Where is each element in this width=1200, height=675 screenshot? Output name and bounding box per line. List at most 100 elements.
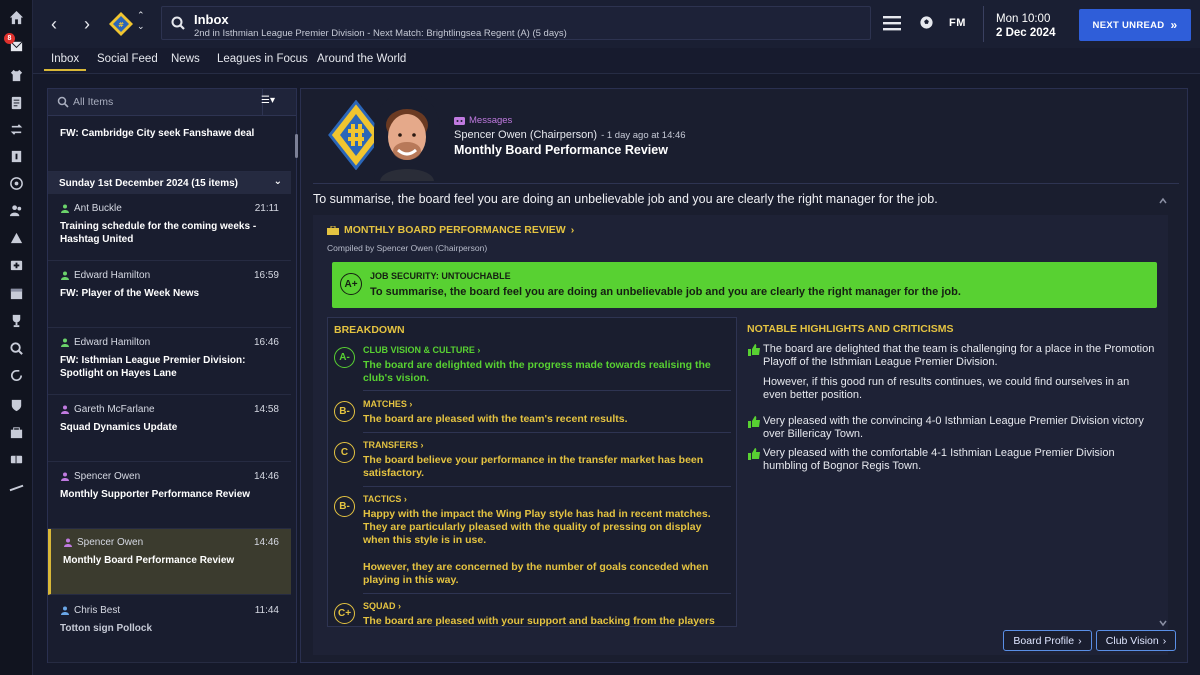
header-search-box[interactable]: Inbox 2nd in Isthmian League Premier Div… — [161, 6, 871, 40]
job-security-text: To summarise, the board feel you are doi… — [370, 286, 961, 298]
grade-badge: B- — [334, 496, 355, 517]
search-icon — [171, 16, 185, 30]
chevron-down-icon: ⌄ — [273, 176, 282, 187]
trophy-icon[interactable] — [8, 312, 25, 329]
briefcase-icon — [327, 225, 339, 235]
filter-menu-icon[interactable]: ☰▾ — [261, 95, 275, 106]
game-date[interactable]: Mon 10:00 2 Dec 2024 — [983, 6, 1071, 42]
message-category[interactable]: Messages — [454, 115, 686, 126]
calendar-icon[interactable] — [8, 285, 25, 302]
finances-icon[interactable] — [8, 424, 25, 441]
chevron-right-icon: › — [1078, 634, 1082, 647]
medical-icon[interactable] — [8, 256, 25, 273]
tab-around-the-world[interactable]: Around the World — [317, 53, 406, 65]
forward-arrow-icon[interactable]: › — [78, 13, 96, 35]
chevron-right-icon: › — [570, 224, 575, 236]
list-item[interactable]: Chris Best 11:44 Totton sign Pollock — [48, 597, 291, 663]
club-vision-button[interactable]: Club Vision › — [1096, 630, 1176, 651]
person-icon — [61, 472, 69, 481]
breakdown-category-link[interactable]: SQUAD › — [363, 601, 401, 611]
inbox-unread-badge: 8 — [4, 33, 15, 44]
divider — [363, 390, 731, 391]
report-icon[interactable] — [8, 148, 25, 165]
list-item[interactable]: Edward Hamilton 16:46 FW: Isthmian Leagu… — [48, 329, 291, 395]
search-icon[interactable] — [8, 340, 25, 357]
world-icon[interactable] — [8, 175, 25, 192]
person-icon — [61, 204, 69, 213]
job-security-label: JOB SECURITY: UNTOUCHABLE — [370, 271, 511, 281]
message-title: Monthly Board Performance Review — [454, 143, 668, 157]
search-icon — [57, 96, 69, 108]
divider — [363, 593, 731, 594]
message-header: Messages Spencer Owen (Chairperson) - 1 d… — [454, 115, 686, 157]
message-bubble-icon — [454, 116, 465, 125]
message-summary: To summarise, the board feel you are doi… — [313, 192, 938, 206]
refresh-icon[interactable] — [8, 367, 25, 384]
scout-icon[interactable] — [8, 479, 25, 496]
list-item[interactable]: Spencer Owen 14:46 Monthly Supporter Per… — [48, 463, 291, 529]
clipboard-icon[interactable] — [8, 94, 25, 111]
scrollbar[interactable] — [295, 134, 298, 158]
breakdown-panel: BREAKDOWN A- CLUB VISION & CULTURE › The… — [327, 317, 737, 627]
board-profile-button[interactable]: Board Profile › — [1003, 630, 1092, 651]
breakdown-heading: BREAKDOWN — [334, 324, 405, 336]
tab-divider — [33, 73, 1200, 74]
person-icon — [61, 405, 69, 414]
person-icon — [61, 271, 69, 280]
club-switcher-icon[interactable]: ⌃ ⌄ — [137, 10, 145, 32]
divider — [313, 183, 1179, 184]
divider — [363, 486, 731, 487]
league-status-text: 2nd in Isthmian League Premier Division … — [194, 28, 567, 39]
tab-social-feed[interactable]: Social Feed — [97, 53, 158, 65]
next-unread-button[interactable]: NEXT UNREAD » — [1079, 9, 1191, 41]
training-icon[interactable] — [8, 229, 25, 246]
chevron-right-icon: › — [1162, 634, 1167, 647]
home-icon[interactable] — [8, 9, 25, 26]
grade-badge: A- — [334, 347, 355, 368]
highlights-heading: NOTABLE HIGHLIGHTS AND CRITICISMS — [747, 323, 954, 335]
list-item[interactable]: FW: Cambridge City seek Fanshawe deal — [48, 117, 291, 172]
list-item[interactable]: Gareth McFarlane 14:58 Squad Dynamics Up… — [48, 396, 291, 462]
tab-news[interactable]: News — [171, 53, 200, 65]
ticket-icon[interactable] — [8, 451, 25, 468]
grade-badge: C+ — [334, 603, 355, 624]
person-icon — [64, 538, 72, 547]
breakdown-category-link[interactable]: TRANSFERS › — [363, 440, 424, 450]
message-view: Messages Spencer Owen (Chairperson) - 1 d… — [300, 88, 1188, 663]
person-icon — [61, 338, 69, 347]
staff-icon[interactable] — [8, 202, 25, 219]
thumbs-up-icon — [748, 416, 760, 428]
breakdown-category-link[interactable]: CLUB VISION & CULTURE › — [363, 345, 480, 355]
back-arrow-icon[interactable]: ‹ — [45, 13, 63, 35]
transfers-icon[interactable] — [8, 121, 25, 138]
breakdown-category-link[interactable]: MATCHES › — [363, 399, 412, 409]
menu-icon[interactable] — [883, 15, 901, 31]
list-item[interactable]: Edward Hamilton 16:59 FW: Player of the … — [48, 262, 291, 328]
list-item[interactable]: Ant Buckle 21:11 Training schedule for t… — [48, 195, 291, 261]
inbox-list: All Items ☰▾ FW: Cambridge City seek Fan… — [47, 88, 298, 663]
job-security-banner: A+ JOB SECURITY: UNTOUCHABLE To summaris… — [332, 262, 1157, 308]
tab-leagues-in-focus[interactable]: Leagues in Focus — [217, 53, 308, 65]
tab-inbox[interactable]: Inbox — [43, 53, 87, 71]
board-report: MONTHLY BOARD PERFORMANCE REVIEW › Compi… — [313, 215, 1168, 655]
grade-badge: C — [334, 442, 355, 463]
person-icon — [61, 606, 69, 615]
divider — [363, 432, 731, 433]
message-scrollbar[interactable] — [1157, 197, 1169, 627]
top-bar: ‹ › # ⌃ ⌄ Inbox 2nd in Isthmian League Pr… — [33, 0, 1200, 48]
fm-logo[interactable]: FM — [949, 17, 966, 29]
day-group-header[interactable]: Sunday 1st December 2024 (15 items) ⌄ — [48, 172, 291, 194]
filter-input[interactable]: All Items — [73, 96, 113, 108]
breakdown-category-link[interactable]: TACTICS › — [363, 494, 407, 504]
grade-badge: B- — [334, 401, 355, 422]
list-item-selected[interactable]: Spencer Owen 14:46 Monthly Board Perform… — [48, 529, 291, 595]
left-nav-rail: 8 — [0, 0, 33, 675]
message-time: - 1 day ago at 14:46 — [601, 130, 686, 141]
football-icon[interactable] — [919, 15, 934, 30]
inbox-filter[interactable]: All Items ☰▾ — [48, 89, 296, 116]
squad-shirt-icon[interactable] — [8, 67, 25, 84]
club-crest-icon[interactable]: # — [108, 11, 134, 37]
message-sender[interactable]: Spencer Owen (Chairperson) — [454, 129, 597, 141]
club-shield-icon[interactable] — [8, 397, 25, 414]
report-title[interactable]: MONTHLY BOARD PERFORMANCE REVIEW › — [327, 224, 574, 236]
